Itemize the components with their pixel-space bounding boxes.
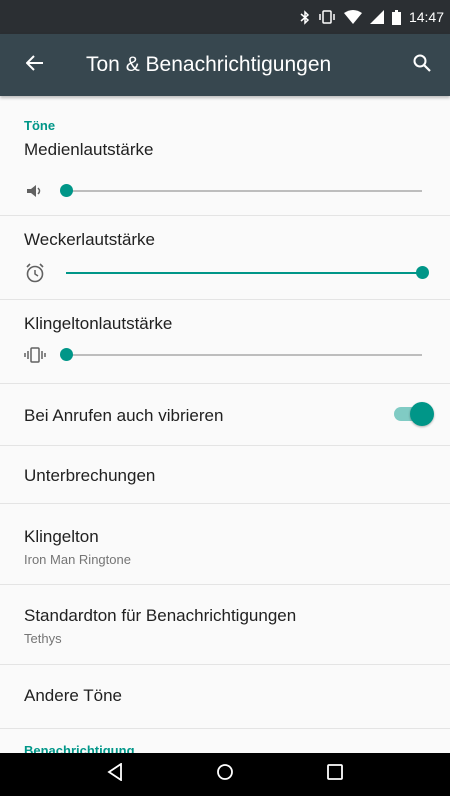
vibrate-toggle[interactable] <box>390 402 434 426</box>
media-volume-row: Medienlautstärke <box>0 138 450 216</box>
nav-recents-button[interactable] <box>311 753 359 796</box>
ringtone-volume-label: Klingeltonlautstärke <box>24 314 173 333</box>
other-sounds-setting[interactable]: Andere Töne <box>0 665 450 729</box>
nav-home-button[interactable] <box>201 753 249 796</box>
vibrate-on-call-label: Bei Anrufen auch vibrieren <box>24 406 224 425</box>
section-header-notifications: Benachrichtigung <box>24 743 135 753</box>
slider-thumb[interactable] <box>60 348 73 361</box>
ringtone-volume-row: Klingeltonlautstärke <box>0 300 450 384</box>
vibrate-icon <box>318 9 336 25</box>
signal-icon <box>369 9 384 25</box>
ringtone-value: Iron Man Ringtone <box>24 552 131 567</box>
navigation-bar <box>0 753 450 796</box>
interruptions-label: Unterbrechungen <box>24 466 156 485</box>
nav-recents-icon <box>327 764 343 785</box>
media-volume-label: Medienlautstärke <box>24 140 154 159</box>
back-button[interactable] <box>0 34 70 96</box>
notification-sound-setting[interactable]: Standardton für Benachrichtigungen Tethy… <box>0 585 450 665</box>
slider-thumb[interactable] <box>416 266 429 279</box>
slider-thumb[interactable] <box>60 184 73 197</box>
wifi-icon <box>343 9 362 25</box>
vibrate-icon <box>24 344 46 366</box>
toggle-thumb <box>410 402 434 426</box>
alarm-volume-label: Weckerlautstärke <box>24 230 156 249</box>
interruptions-setting[interactable]: Unterbrechungen <box>0 446 450 504</box>
page-title: Ton & Benachrichtigungen <box>86 53 332 76</box>
search-icon <box>413 54 431 77</box>
app-bar: Ton & Benachrichtigungen <box>0 34 450 96</box>
notification-sound-label: Standardton für Benachrichtigungen <box>24 606 297 625</box>
section-header-tones: Töne <box>24 118 56 133</box>
settings-list[interactable]: Töne Medienlautstärke Weckerlautstärke K… <box>0 96 450 753</box>
bluetooth-icon <box>300 9 310 25</box>
nav-back-icon <box>107 762 123 786</box>
arrow-back-icon <box>25 54 44 76</box>
other-sounds-label: Andere Töne <box>24 686 122 705</box>
ringtone-label: Klingelton <box>24 527 99 546</box>
alarm-volume-slider[interactable] <box>66 266 429 279</box>
search-button[interactable] <box>394 34 450 96</box>
ringtone-setting[interactable]: Klingelton Iron Man Ringtone <box>0 504 450 585</box>
clock: 14:47 <box>408 9 444 25</box>
vibrate-on-call-setting[interactable]: Bei Anrufen auch vibrieren <box>0 384 450 446</box>
alarm-volume-row: Weckerlautstärke <box>0 216 450 300</box>
alarm-icon <box>24 262 46 284</box>
speaker-icon <box>24 180 46 202</box>
ringtone-volume-slider[interactable] <box>60 348 422 361</box>
nav-home-icon <box>216 763 234 786</box>
nav-back-button[interactable] <box>91 753 139 796</box>
notification-sound-value: Tethys <box>24 631 62 646</box>
media-volume-slider[interactable] <box>60 184 422 197</box>
status-bar: 14:47 <box>0 0 450 34</box>
battery-icon <box>391 9 401 25</box>
slider-fill <box>66 272 422 274</box>
